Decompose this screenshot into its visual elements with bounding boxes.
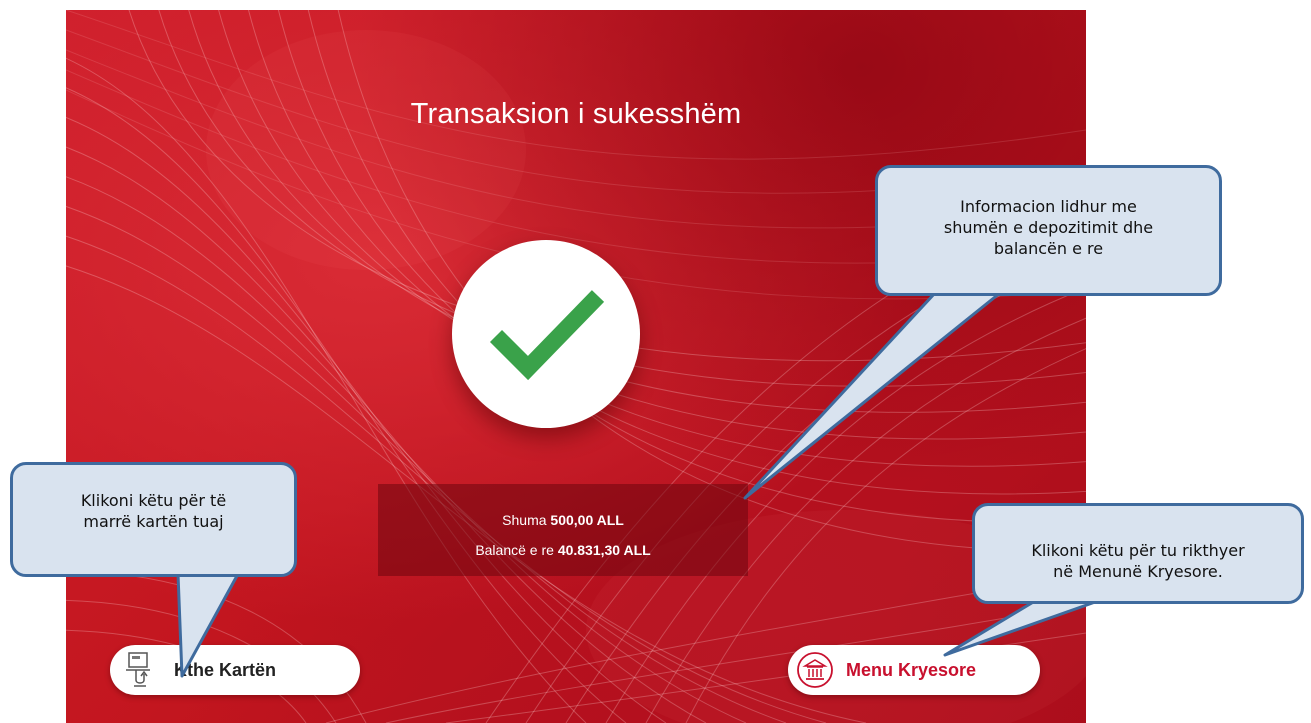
callout-menu-line-1: Klikoni këtu për tu rikthyer (1031, 541, 1245, 560)
callout-transaction-info: Informacion lidhur me shumën e depozitim… (875, 165, 1222, 296)
transaction-summary-panel: Shuma 500,00 ALL Balancë e re 40.831,30 … (378, 484, 748, 576)
return-card-button[interactable]: Kthe Kartën (110, 645, 360, 695)
amount-row: Shuma 500,00 ALL (378, 512, 748, 528)
checkmark-icon (489, 290, 605, 381)
success-indicator (452, 240, 640, 428)
callout-menu-line-2: në Menunë Kryesore. (1053, 562, 1223, 581)
callout-card-line-2: marrë kartën tuaj (83, 512, 224, 531)
callout-main-menu: Klikoni këtu për tu rikthyer në Menunë K… (972, 503, 1304, 604)
balance-value: 40.831,30 ALL (557, 542, 651, 558)
screen-title: Transaksion i sukesshëm (410, 98, 742, 130)
balance-row: Balancë e re 40.831,30 ALL (378, 542, 748, 558)
atm-screen: Transaksion i sukesshëm Shuma 500,00 ALL… (66, 10, 1086, 723)
card-return-icon (126, 652, 150, 687)
callout-return-card: Klikoni këtu për të marrë kartën tuaj (10, 462, 297, 577)
callout-info-line-2: shumën e depozitimit dhe (943, 218, 1154, 237)
amount-label: Shuma (502, 512, 547, 528)
bank-building-icon (797, 652, 833, 688)
balance-label: Balancë e re (475, 542, 554, 558)
main-menu-label: Menu Kryesore (846, 659, 977, 680)
main-menu-button[interactable]: Menu Kryesore (788, 645, 1040, 695)
callout-info-line-1: Informacion lidhur me (960, 197, 1137, 216)
amount-value: 500,00 ALL (550, 512, 624, 528)
return-card-label: Kthe Kartën (174, 659, 277, 680)
callout-info-line-3: balancën e re (993, 239, 1104, 258)
callout-card-line-1: Klikoni këtu për të (80, 491, 227, 510)
